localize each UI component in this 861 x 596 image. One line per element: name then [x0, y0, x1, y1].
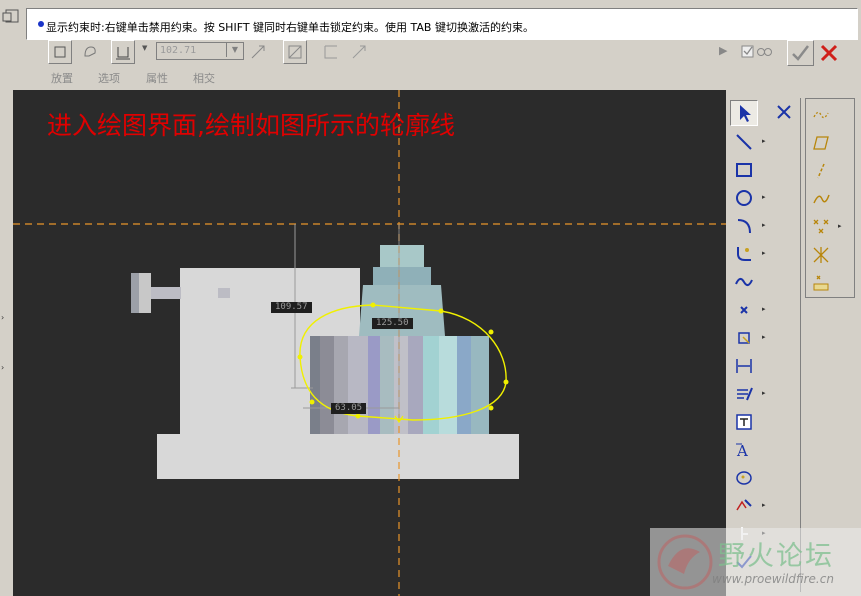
- dashboard-collapse-icon[interactable]: [0, 0, 26, 40]
- remove-material-button[interactable]: [283, 40, 307, 64]
- message-text: 显示约束时:右键单击禁用约束。按 SHIFT 键同时右键单击锁定约束。使用 TA…: [46, 21, 534, 34]
- arc-icon[interactable]: [731, 214, 757, 238]
- text-icon[interactable]: A: [731, 438, 757, 462]
- watermark-title: 野火论坛: [718, 541, 834, 572]
- tab-intersect[interactable]: 相交: [193, 70, 215, 86]
- thicken-flip-icon[interactable]: [349, 42, 369, 66]
- preview-checkbox-icon[interactable]: [741, 44, 773, 64]
- fillet-icon[interactable]: [731, 242, 757, 266]
- line-flyout-arrow-icon[interactable]: ▸: [762, 137, 766, 145]
- datum-plane-icon[interactable]: [808, 131, 834, 155]
- datum-csys-icon[interactable]: [808, 243, 834, 267]
- expand-arrow-icon-2[interactable]: ›: [1, 363, 4, 372]
- datum-curve-sketch-icon[interactable]: [808, 187, 834, 211]
- datum-analysis-icon[interactable]: [808, 271, 834, 295]
- svg-text:A: A: [736, 442, 748, 460]
- tab-placement[interactable]: 放置: [51, 70, 73, 86]
- solid-sketch-button[interactable]: [48, 40, 72, 64]
- circle-flyout-arrow-icon[interactable]: ▸: [762, 193, 766, 201]
- dimension-label[interactable]: 109.57: [271, 302, 312, 313]
- rectangle-icon[interactable]: [731, 158, 757, 182]
- graphics-window[interactable]: 109.57 125.50 63.05: [13, 90, 726, 596]
- modify-flyout-arrow-icon[interactable]: ▸: [762, 389, 766, 397]
- sketch-tools-column: ▸ ▸ ▸ ▸ ▸ ▸ ▸ A ▸: [728, 98, 801, 592]
- datum-curve-icon[interactable]: [808, 103, 834, 127]
- depth-option-dropdown-icon[interactable]: ▼: [142, 44, 147, 52]
- tab-options[interactable]: 选项: [98, 70, 120, 86]
- model-and-sketch-view: [13, 90, 726, 596]
- arc-flyout-arrow-icon[interactable]: ▸: [762, 221, 766, 229]
- model-base: [157, 434, 519, 479]
- dimension-label[interactable]: 63.05: [331, 403, 367, 414]
- forum-logo-icon: [657, 534, 713, 590]
- depth-dropdown-icon[interactable]: ▼: [226, 43, 243, 57]
- offset-flyout-arrow-icon[interactable]: ▸: [762, 333, 766, 341]
- point-flyout-arrow-icon[interactable]: ▸: [762, 305, 766, 313]
- circle-icon[interactable]: [731, 186, 757, 210]
- trim-icon[interactable]: [731, 494, 757, 518]
- instruction-annotation: 进入绘图界面,绘制如图所示的轮廓线: [47, 111, 455, 140]
- datum-point-icon[interactable]: [808, 215, 834, 239]
- cancel-x-button[interactable]: [818, 42, 840, 68]
- select-arrow-icon[interactable]: [730, 100, 758, 126]
- datum-tools-column: ▸: [805, 98, 855, 298]
- thicken-sketch-icon[interactable]: [322, 43, 340, 65]
- constraint-icon[interactable]: [731, 410, 757, 434]
- extrude-depth-option-button[interactable]: [111, 40, 135, 64]
- datum-axis-icon[interactable]: [808, 159, 834, 183]
- watermark-url: www.proewildfire.cn: [712, 572, 834, 586]
- fillet-flyout-arrow-icon[interactable]: ▸: [762, 249, 766, 257]
- tab-properties[interactable]: 属性: [146, 70, 168, 86]
- offset-edge-icon[interactable]: [731, 326, 757, 350]
- left-sash[interactable]: › ›: [0, 90, 13, 596]
- dimension-icon[interactable]: [731, 354, 757, 378]
- spline-icon[interactable]: [731, 270, 757, 294]
- close-sketcher-icon[interactable]: [776, 104, 792, 124]
- dimension-label[interactable]: 125.50: [372, 318, 413, 329]
- pause-play-icon[interactable]: ▶: [719, 44, 727, 57]
- confirm-check-button[interactable]: [787, 40, 814, 66]
- modify-icon[interactable]: [731, 382, 757, 406]
- point-icon[interactable]: [731, 298, 757, 322]
- palette-icon[interactable]: [731, 466, 757, 490]
- flip-direction-icon[interactable]: [248, 42, 268, 66]
- trim-flyout-arrow-icon[interactable]: ▸: [762, 501, 766, 509]
- message-bullet-icon: [38, 21, 44, 27]
- datum-point-flyout-arrow-icon[interactable]: ▸: [838, 222, 842, 230]
- expand-arrow-icon[interactable]: ›: [1, 313, 4, 322]
- surface-button[interactable]: [78, 40, 102, 64]
- line-icon[interactable]: [731, 130, 757, 154]
